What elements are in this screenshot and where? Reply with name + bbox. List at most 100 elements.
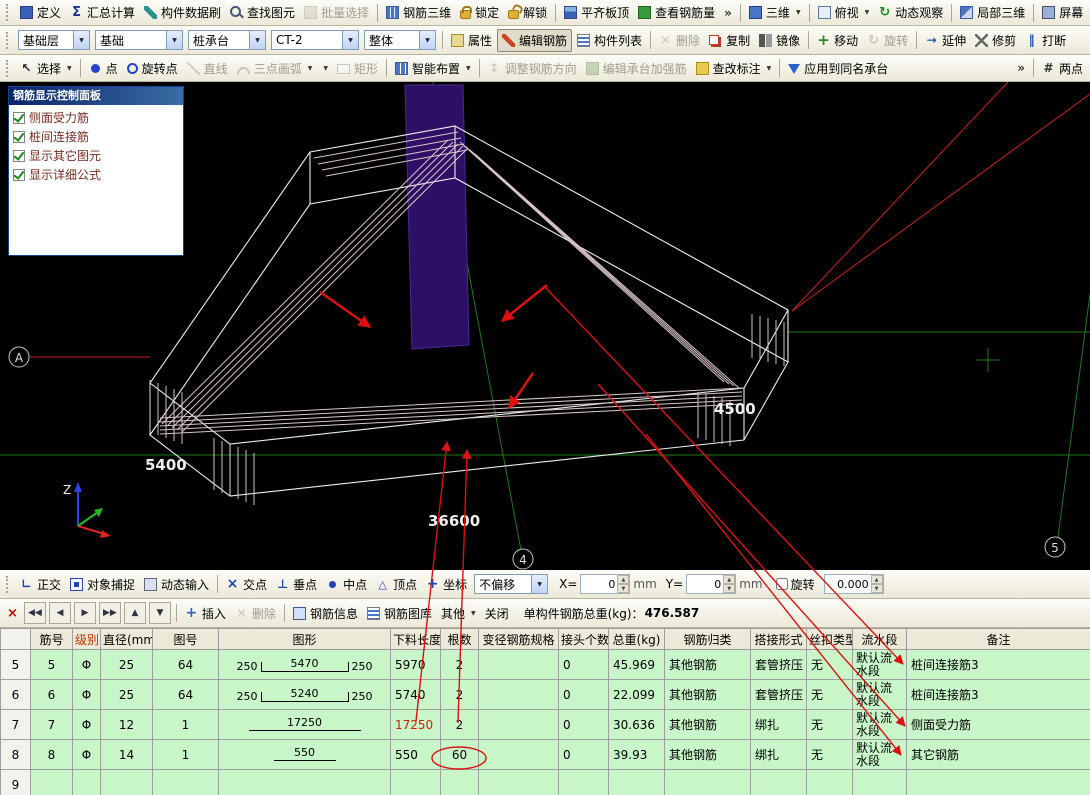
edit-cap-extra-rebar-button[interactable]: 编辑承台加强筋	[582, 58, 691, 79]
rebar-3d-button[interactable]: 钢筋三维	[382, 2, 455, 23]
chevron-down-icon[interactable]: ▼	[419, 31, 435, 49]
cell-note[interactable]	[907, 770, 1090, 795]
close-rebar-edit-button[interactable]	[3, 604, 22, 623]
cell-bar-no[interactable]	[31, 770, 73, 795]
cell-bar-no[interactable]: 8	[31, 740, 73, 770]
point-button[interactable]: 点	[85, 58, 122, 79]
first-row-button[interactable]: ◀◀	[24, 602, 46, 624]
cell-note[interactable]: 桩间连接筋3	[907, 650, 1090, 680]
intersection-snap-button[interactable]: 交点	[222, 574, 271, 595]
cell-var-dia-spec[interactable]	[479, 770, 559, 795]
col-header-rebar-category[interactable]: 钢筋归类	[665, 629, 751, 650]
row-number[interactable]: 8	[1, 740, 31, 770]
rotate-button[interactable]: 旋转	[863, 30, 912, 51]
object-snap-toggle-button[interactable]: 对象捕捉	[66, 574, 139, 595]
rotate-point-button[interactable]: 旋转点	[123, 58, 182, 79]
y-coordinate-input[interactable]	[687, 578, 723, 591]
col-header-lap-type[interactable]: 搭接形式	[751, 629, 807, 650]
cell-figure-no[interactable]	[153, 770, 219, 795]
delete-button[interactable]: 删除	[655, 30, 704, 51]
cell-level[interactable]: Φ	[73, 740, 101, 770]
trim-button[interactable]: 修剪	[971, 30, 1020, 51]
cell-var-dia-spec[interactable]	[479, 680, 559, 710]
cell-rebar-category[interactable]	[665, 770, 751, 795]
chevron-down-icon[interactable]: ▼	[531, 575, 547, 593]
offset-mode-combo[interactable]: 不偏移▼	[474, 574, 548, 594]
col-header-thread-type[interactable]: 丝扣类型	[807, 629, 853, 650]
orbit-button[interactable]: 动态观察	[874, 2, 947, 23]
ortho-toggle-button[interactable]: 正交	[16, 574, 65, 595]
cell-var-dia-spec[interactable]	[479, 740, 559, 770]
col-header-note[interactable]: 备注	[907, 629, 1090, 650]
cell-total-weight[interactable]: 22.099	[609, 680, 665, 710]
cell-total-weight[interactable]: 45.969	[609, 650, 665, 680]
col-header-flow-section[interactable]: 流水段	[853, 629, 907, 650]
x-coordinate-input[interactable]	[581, 578, 617, 591]
cell-thread-type[interactable]: 无	[807, 680, 853, 710]
y-spinner[interactable]: ▲▼	[723, 575, 735, 593]
partial-3d-button[interactable]: 局部三维	[956, 2, 1029, 23]
cell-level[interactable]: Φ	[73, 680, 101, 710]
cell-flow-section[interactable]: 默认流水段	[853, 710, 907, 740]
edit-annotation-button[interactable]: 查改标注	[692, 58, 776, 79]
insert-row-button[interactable]: 插入	[181, 603, 230, 624]
scope-combo[interactable]: 整体▼	[364, 30, 436, 50]
row-down-button[interactable]: ▼	[149, 602, 171, 624]
dynamic-input-toggle-button[interactable]: 动态输入	[140, 574, 213, 595]
cell-rebar-category[interactable]: 其他钢筋	[665, 740, 751, 770]
cell-joint-count[interactable]: 0	[559, 710, 609, 740]
line-button[interactable]: 直线	[183, 58, 232, 79]
cell-figure-no[interactable]: 1	[153, 740, 219, 770]
close-table-button[interactable]: 关闭	[481, 603, 513, 624]
cell-bar-no[interactable]: 7	[31, 710, 73, 740]
two-point-button[interactable]: 两点	[1038, 58, 1087, 79]
table-row[interactable]: 6 6 Φ 25 64 2505240250 5740 2 0 22.099 其…	[1, 680, 1090, 710]
panel-checkbox-side-rebar[interactable]: 侧面受力筋	[13, 109, 179, 126]
chevron-down-icon[interactable]: ▼	[342, 31, 358, 49]
cell-diameter[interactable]: 14	[101, 740, 153, 770]
cell-joint-count[interactable]: 0	[559, 680, 609, 710]
cell-figure-no[interactable]: 1	[153, 710, 219, 740]
cell-flow-section[interactable]: 默认流水段	[853, 680, 907, 710]
cell-total-weight[interactable]	[609, 770, 665, 795]
find-element-button[interactable]: 查找图元	[226, 2, 299, 23]
cell-var-dia-spec[interactable]	[479, 650, 559, 680]
cell-joint-count[interactable]: 0	[559, 650, 609, 680]
cell-note[interactable]: 桩间连接筋3	[907, 680, 1090, 710]
view-rebar-qty-button[interactable]: 查看钢筋量	[634, 2, 719, 23]
cell-cut-length[interactable]: 5740	[391, 680, 441, 710]
row-number[interactable]: 6	[1, 680, 31, 710]
align-slab-top-button[interactable]: 平齐板顶	[560, 2, 633, 23]
adjust-rebar-dir-button[interactable]: 调整钢筋方向	[484, 58, 581, 79]
col-header-cut-length[interactable]: 下料长度	[391, 629, 441, 650]
cell-lap-type[interactable]: 绑扎	[751, 710, 807, 740]
row-number[interactable]: 7	[1, 710, 31, 740]
unlock-button[interactable]: 解锁	[504, 2, 551, 23]
angle-input[interactable]	[825, 578, 871, 591]
col-header-count[interactable]: 根数	[441, 629, 479, 650]
screen-button[interactable]: 屏幕	[1038, 2, 1087, 23]
chevron-down-icon[interactable]: ▼	[249, 31, 265, 49]
cell-joint-count[interactable]	[559, 770, 609, 795]
cell-total-weight[interactable]: 30.636	[609, 710, 665, 740]
perpendicular-snap-button[interactable]: 垂点	[272, 574, 321, 595]
panel-checkbox-show-other-elements[interactable]: 显示其它图元	[13, 147, 179, 164]
cell-level[interactable]: Φ	[73, 710, 101, 740]
cell-lap-type[interactable]	[751, 770, 807, 795]
move-button[interactable]: 移动	[813, 30, 862, 51]
element-name-combo[interactable]: CT-2▼	[271, 30, 359, 50]
col-header-level[interactable]: 级别	[73, 629, 101, 650]
row-number[interactable]: 9	[1, 770, 31, 795]
cell-figure-no[interactable]: 64	[153, 680, 219, 710]
cell-note[interactable]: 其它钢筋	[907, 740, 1090, 770]
mirror-button[interactable]: 镜像	[755, 30, 804, 51]
component-list-button[interactable]: 构件列表	[573, 30, 646, 51]
arc-options-dropdown[interactable]	[317, 63, 332, 74]
cell-count[interactable]: 2	[441, 650, 479, 680]
define-button[interactable]: 定义	[16, 2, 65, 23]
toolbar-overflow-chevron[interactable]	[720, 4, 736, 22]
col-header-bar-no[interactable]: 筋号	[31, 629, 73, 650]
cell-diameter[interactable]: 25	[101, 650, 153, 680]
properties-button[interactable]: 属性	[447, 30, 496, 51]
col-header-var-dia-spec[interactable]: 变径钢筋规格	[479, 629, 559, 650]
